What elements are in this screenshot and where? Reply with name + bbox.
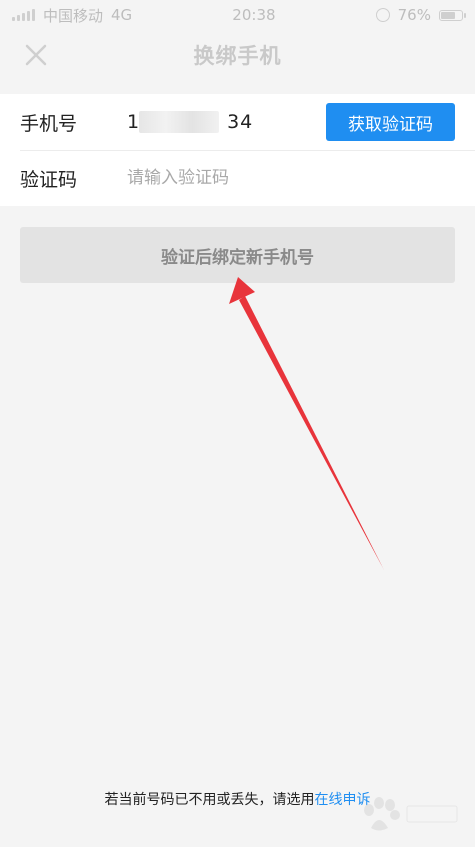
footer-text: 若当前号码已不用或丢失，请选用 <box>104 792 315 808</box>
baidu-watermark-logo <box>364 797 458 831</box>
annotation-arrow-icon <box>229 277 384 570</box>
